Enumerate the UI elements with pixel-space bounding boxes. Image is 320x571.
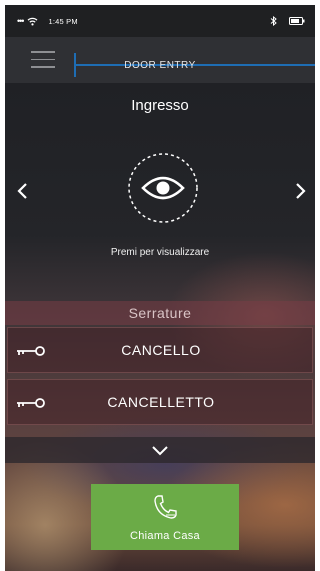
previous-camera-button[interactable] [13, 179, 33, 203]
view-hint-text: Premi per visualizzare [110, 247, 210, 258]
view-camera-button[interactable] [127, 152, 199, 224]
camera-name: Ingresso [131, 97, 189, 114]
expand-locks-button[interactable] [5, 437, 315, 463]
locks-section-header: Serrature [5, 301, 315, 325]
wifi-icon [28, 17, 38, 25]
bluetooth-icon [270, 16, 277, 26]
lock-item-cancelletto[interactable]: CANCELLETTO [7, 379, 313, 425]
menu-line-icon [31, 51, 55, 53]
status-right [270, 16, 305, 26]
app-screen: ••• 1:45 PM DOOR ENTRY Ingresso Premi pe… [5, 5, 315, 571]
next-camera-button[interactable] [290, 179, 310, 203]
status-time: 1:45 PM [48, 16, 78, 26]
status-bar: ••• 1:45 PM [5, 5, 315, 37]
lock-label: CANCELLETTO [107, 394, 215, 410]
app-header: DOOR ENTRY [5, 37, 315, 83]
page-title: DOOR ENTRY [124, 60, 196, 71]
lock-item-cancello[interactable]: CANCELLO [7, 327, 313, 373]
lock-label: CANCELLO [121, 342, 201, 358]
chevron-down-icon [152, 446, 168, 456]
call-label: Chiama Casa [130, 530, 200, 542]
phone-icon [154, 495, 177, 519]
signal-group: ••• [17, 16, 38, 26]
cell-signal-icon: ••• [17, 16, 25, 26]
eye-icon [141, 176, 185, 200]
call-home-button[interactable]: Chiama Casa [91, 484, 239, 550]
battery-icon [289, 17, 305, 25]
